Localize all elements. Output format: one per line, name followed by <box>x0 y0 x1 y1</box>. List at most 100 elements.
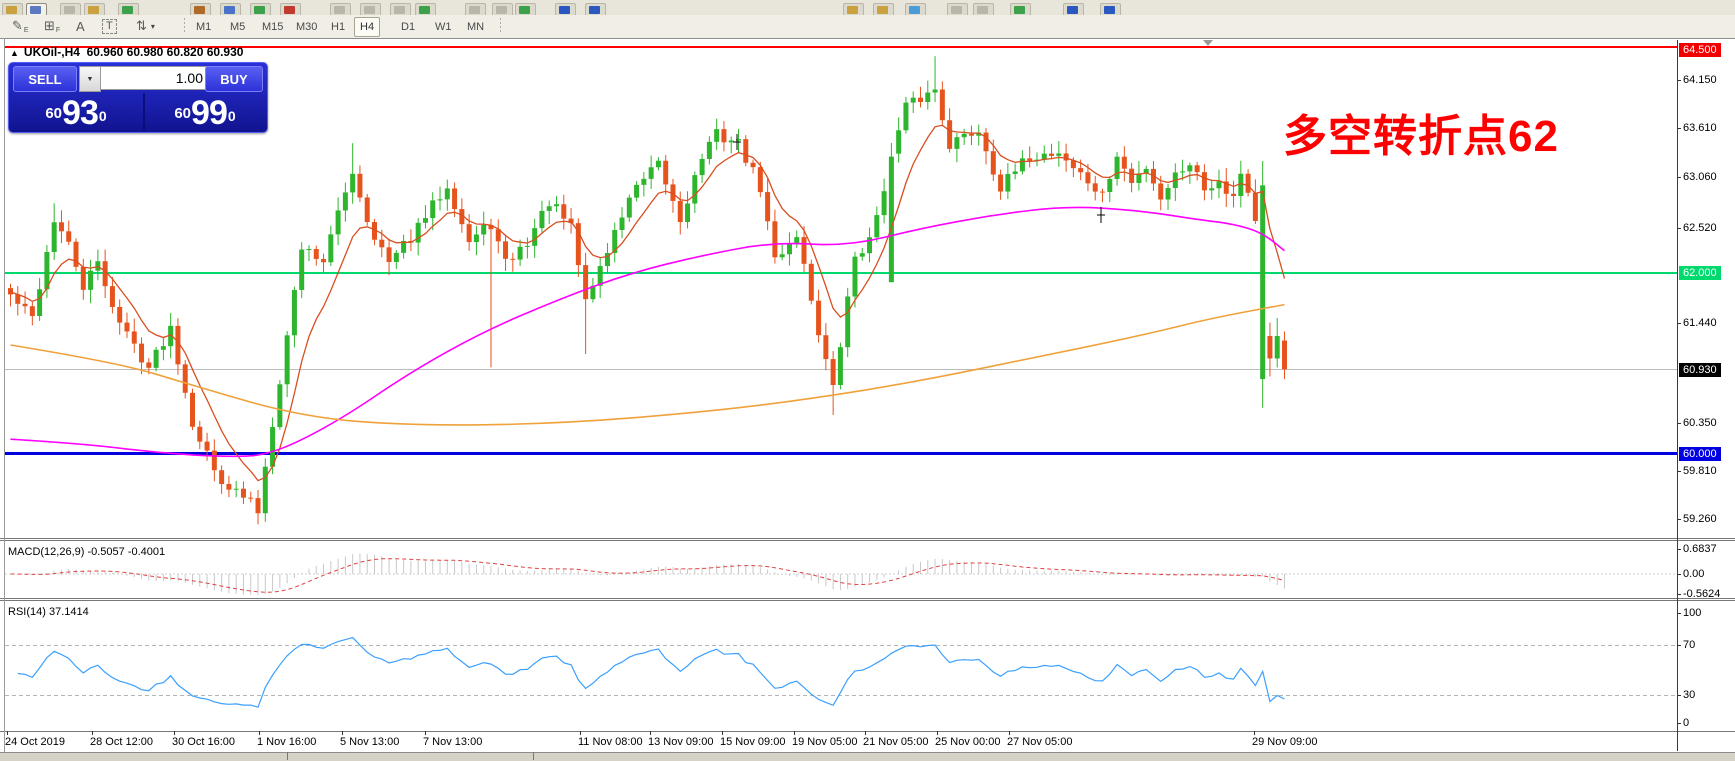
axis-tick <box>1677 519 1681 520</box>
axis-label: 59.260 <box>1683 513 1717 525</box>
sell-price-sup: 0 <box>98 108 107 124</box>
axis-label: 59.810 <box>1683 465 1717 477</box>
text-icon[interactable]: A <box>76 16 85 36</box>
rsi-label: RSI(14) 37.1414 <box>8 606 89 618</box>
axis-label: 62.000 <box>1679 266 1721 280</box>
axis-tick <box>1677 177 1681 178</box>
timeframe-button-m5[interactable]: M5 <box>224 17 251 37</box>
time-axis-tick <box>794 731 795 735</box>
fibo-grid-icon[interactable]: ⊞ F <box>44 16 60 36</box>
panel-separator[interactable] <box>0 598 1735 599</box>
buy-price-main: 99 <box>191 94 228 132</box>
axis-tick <box>1677 594 1681 595</box>
time-axis-label: 15 Nov 09:00 <box>720 736 786 748</box>
axis-label: 70 <box>1683 639 1696 651</box>
sell-price-prefix: 60 <box>45 105 63 122</box>
time-axis-label: 30 Oct 16:00 <box>172 736 235 748</box>
axis-label: 60.930 <box>1679 363 1721 377</box>
timeframe-button-m15[interactable]: M15 <box>256 17 289 37</box>
time-axis-label: 11 Nov 08:00 <box>578 736 643 748</box>
time-axis-label: 19 Nov 05:00 <box>792 736 858 748</box>
ohlc-quotes: 60.960 60.980 60.820 60.930 <box>86 45 244 59</box>
time-axis-label: 7 Nov 13:00 <box>423 736 483 748</box>
axis-tick <box>1677 128 1681 129</box>
sell-button[interactable]: SELL <box>13 66 77 92</box>
rsi-indicator-chart[interactable] <box>5 601 1677 731</box>
panel-separator[interactable] <box>0 538 1735 539</box>
axis-tick <box>1677 549 1681 550</box>
toolbar-separator <box>500 18 501 34</box>
macd-indicator-chart[interactable] <box>5 541 1677 598</box>
timeframe-button-mn[interactable]: MN <box>461 17 490 37</box>
time-axis-label: 1 Nov 16:00 <box>257 736 317 748</box>
chart-title[interactable]: ▲ UKOil-,H4 60.960 60.980 60.820 60.930 <box>10 45 243 59</box>
macd-label: MACD(12,26,9) -0.5057 -0.4001 <box>8 546 166 558</box>
time-axis-label: 27 Nov 05:00 <box>1007 736 1073 748</box>
time-axis-tick <box>1254 731 1255 735</box>
axis-tick <box>1677 471 1681 472</box>
axis-label: -0.5624 <box>1683 588 1721 600</box>
timeframe-button-m30[interactable]: M30 <box>290 17 323 37</box>
time-axis-tick <box>722 731 723 735</box>
axis-label: 0.6837 <box>1683 543 1717 555</box>
axis-label: 0 <box>1683 717 1690 729</box>
panel-separator <box>0 600 1735 601</box>
time-axis-tick <box>425 731 426 735</box>
axis-tick <box>1677 423 1681 424</box>
axis-tick <box>1677 228 1681 229</box>
time-axis-label: 5 Nov 13:00 <box>340 736 400 748</box>
axis-label: 0.00 <box>1683 568 1705 580</box>
draw-lines-icon[interactable]: ✎ E <box>12 16 29 36</box>
time-axis-label: 29 Nov 09:00 <box>1252 736 1318 748</box>
axis-label: 60.000 <box>1679 447 1721 461</box>
time-axis-label: 21 Nov 05:00 <box>863 736 929 748</box>
symbol-period: UKOil-,H4 <box>23 45 80 59</box>
time-axis-tick <box>937 731 938 735</box>
time-axis-tick <box>1009 731 1010 735</box>
axis-label: 61.440 <box>1683 317 1717 329</box>
time-axis-tick <box>174 731 175 735</box>
timeframe-button-m1[interactable]: M1 <box>190 17 217 37</box>
timeframe-button-h4[interactable]: H4 <box>354 17 381 37</box>
time-axis-label: 24 Oct 2019 <box>5 736 65 748</box>
chart-shift-marker[interactable] <box>1203 40 1213 46</box>
time-axis-label: 13 Nov 09:00 <box>648 736 714 748</box>
sell-price[interactable]: 60 93 0 <box>9 93 143 132</box>
sell-price-main: 93 <box>62 94 99 132</box>
label-icon[interactable]: T <box>102 16 117 36</box>
timeframe-button-w1[interactable]: W1 <box>429 17 458 37</box>
collapse-arrow-icon[interactable]: ▲ <box>10 48 19 58</box>
axis-tick <box>1677 80 1681 81</box>
toolbar-drawing-timeframes: ✎ E ⊞ F A T ⇅ ▾ M1 M5 M15 M30 H1 H4 D1 W1 MN <box>0 15 1735 39</box>
cursor-mode-icon[interactable]: ⇅ ▾ <box>136 16 155 36</box>
volume-decrease-button[interactable]: ▼ <box>79 66 101 92</box>
toolbar-separator <box>184 18 185 34</box>
time-axis-tick <box>342 731 343 735</box>
buy-price[interactable]: 60 99 0 <box>145 93 265 132</box>
chart-annotation-text[interactable]: 多空转折点62 <box>1283 100 1559 164</box>
axis-label: 62.520 <box>1683 222 1717 234</box>
axis-tick <box>1677 574 1681 575</box>
time-axis-tick <box>650 731 651 735</box>
time-axis-tick <box>865 731 866 735</box>
time-axis-tick <box>7 731 8 735</box>
timeframe-button-h1[interactable]: H1 <box>325 17 351 37</box>
axis-tick <box>1677 613 1681 614</box>
buy-price-prefix: 60 <box>174 105 192 122</box>
axis-label: 64.150 <box>1683 74 1717 86</box>
rsi-line <box>17 636 1285 708</box>
one-click-trading-panel: SELL ▼ 1.00 ▲ BUY 60930 60990 <box>8 62 268 133</box>
axis-label: 60.350 <box>1683 417 1717 429</box>
buy-price-sup: 0 <box>227 108 236 124</box>
time-axis-label: 28 Oct 12:00 <box>90 736 153 748</box>
axis-label: 64.500 <box>1679 43 1721 57</box>
panel-separator <box>0 540 1735 541</box>
axis-tick <box>1677 723 1681 724</box>
axis-label: 30 <box>1683 689 1696 701</box>
time-axis-border <box>0 731 1735 732</box>
axis-label: 100 <box>1683 607 1702 619</box>
volume-input[interactable]: 1.00 <box>101 66 209 90</box>
buy-button[interactable]: BUY <box>205 66 263 92</box>
timeframe-button-d1[interactable]: D1 <box>395 17 421 37</box>
time-axis-label: 25 Nov 00:00 <box>935 736 1001 748</box>
